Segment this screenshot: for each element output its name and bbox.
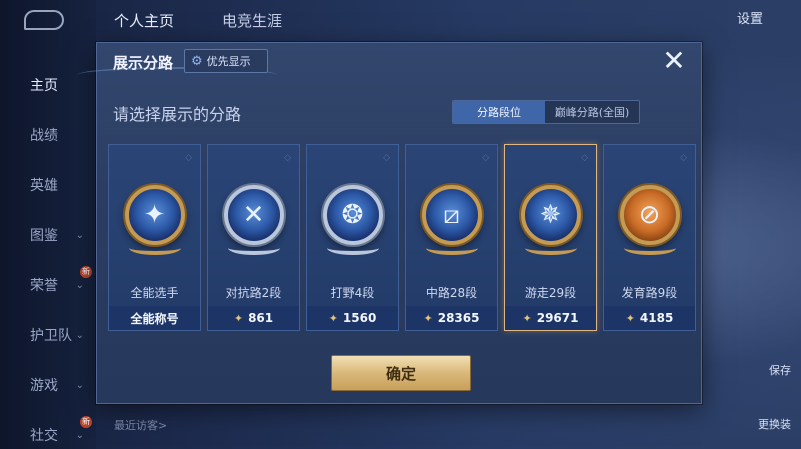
settings-button[interactable]: 设置 — [737, 8, 763, 27]
score-icon: ✦ — [423, 311, 433, 325]
tab-esports[interactable]: 电竞生涯 — [222, 10, 282, 31]
corner-mark-icon: ◇ — [284, 153, 291, 163]
emblem-wing — [623, 241, 676, 255]
lane-card-roam[interactable]: ◇ ✵ 游走29段 ✦ 29671 — [504, 144, 597, 331]
side-nav-label: 图鉴 — [30, 228, 58, 244]
side-nav-item-codex[interactable]: 图鉴 ⌄ — [0, 210, 96, 260]
corner-mark-icon: ◇ — [185, 153, 192, 163]
lane-card-footer: ✦ 1560 — [307, 306, 398, 330]
close-icon[interactable]: ✕ — [659, 47, 689, 77]
lane-score: 28365 — [437, 311, 480, 325]
lane-card-clash[interactable]: ◇ ✕ 对抗路2段 ✦ 861 — [207, 144, 300, 331]
jungle-emblem-icon: ❂ — [322, 185, 383, 245]
lane-card-jungle[interactable]: ◇ ❂ 打野4段 ✦ 1560 — [306, 144, 399, 331]
roam-emblem-icon: ✵ — [520, 185, 581, 245]
lane-role-label: 全能选手 — [130, 286, 179, 300]
tab-profile[interactable]: 个人主页 — [114, 10, 174, 31]
lane-card-list: ◇ ✦ 全能选手 全能称号 ◇ ✕ 对抗路2段 ✦ 861 ◇ ❂ 打野4段 ✦ — [108, 144, 696, 331]
dialog-title: 展示分路 — [113, 54, 174, 72]
chevron-down-icon: ⌄ — [75, 379, 84, 391]
side-nav-label: 游戏 — [30, 378, 58, 394]
side-nav-item-heroes[interactable]: 英雄 — [0, 160, 96, 210]
lane-role-label: 发育路9段 — [621, 286, 678, 300]
lane-card-footer: ✦ 861 — [208, 306, 299, 330]
side-nav-item-home[interactable]: 主页 — [0, 60, 96, 110]
priority-display-label: 优先显示 — [206, 55, 251, 68]
confirm-button[interactable]: 确定 — [331, 355, 471, 391]
side-nav-label: 主页 — [30, 78, 58, 94]
chevron-down-icon: ⌄ — [75, 429, 84, 441]
side-nav-label: 英雄 — [30, 178, 58, 194]
score-icon: ✦ — [522, 311, 532, 325]
new-badge: 新 — [80, 266, 92, 278]
top-tabs: 个人主页 电竞生涯 — [114, 10, 282, 31]
lane-score: 29671 — [536, 311, 579, 325]
lane-role-label: 中路28段 — [425, 286, 478, 300]
corner-mark-icon: ◇ — [680, 153, 687, 163]
dialog-subtitle: 请选择展示的分路 — [113, 105, 242, 124]
priority-display-button[interactable]: ⚙ 优先显示 — [184, 49, 268, 73]
chevron-down-icon: ⌄ — [75, 329, 84, 341]
emblem-wing — [524, 241, 577, 255]
lane-card-farm[interactable]: ◇ ⊘ 发育路9段 ✦ 4185 — [603, 144, 696, 331]
recent-visitors[interactable]: 最近访客> — [114, 417, 167, 433]
save-label[interactable]: 保存 — [769, 362, 791, 378]
side-nav-label: 战绩 — [30, 128, 58, 144]
lane-card-footer: 全能称号 — [109, 306, 200, 330]
score-icon: ✦ — [233, 311, 244, 325]
chevron-down-icon: ⌄ — [75, 279, 84, 291]
mode-segmented-control: 分路段位 巅峰分路(全国) — [452, 100, 640, 124]
lane-role-label: 打野4段 — [330, 286, 375, 300]
side-nav-item-social[interactable]: 社交 新 ⌄ — [0, 410, 96, 449]
side-nav-item-guard[interactable]: 护卫队 ⌄ — [0, 310, 96, 360]
score-icon: ✦ — [625, 311, 635, 325]
lane-card-mid[interactable]: ◇ ⧄ 中路28段 ✦ 28365 — [405, 144, 498, 331]
farm-lane-emblem-icon: ⊘ — [619, 185, 680, 245]
mid-lane-emblem-icon: ⧄ — [421, 185, 482, 245]
lane-score: 1560 — [342, 311, 377, 325]
side-nav-label: 社交 — [30, 428, 58, 444]
lane-role-label: 游走29段 — [524, 286, 577, 300]
allround-title-label: 全能称号 — [130, 311, 179, 326]
corner-mark-icon: ◇ — [482, 153, 489, 163]
lane-card-allround[interactable]: ◇ ✦ 全能选手 全能称号 — [108, 144, 201, 331]
side-nav-item-honor[interactable]: 荣誉 新 ⌄ — [0, 260, 96, 310]
chevron-down-icon: ⌄ — [75, 229, 84, 241]
change-outfit-label[interactable]: 更换装 — [758, 416, 791, 432]
clash-lane-emblem-icon: ✕ — [223, 185, 284, 245]
tab-peak-lane[interactable]: 巅峰分路(全国) — [545, 101, 639, 123]
corner-mark-icon: ◇ — [383, 153, 390, 163]
back-button[interactable] — [24, 10, 64, 30]
side-nav-item-game[interactable]: 游戏 ⌄ — [0, 360, 96, 410]
lane-card-footer: ✦ 28365 — [406, 306, 497, 330]
emblem-wing — [227, 241, 280, 255]
lane-role-label: 对抗路2段 — [225, 286, 282, 300]
lane-card-footer: ✦ 29671 — [505, 306, 596, 330]
lane-score: 4185 — [639, 311, 674, 325]
lane-display-dialog: 展示分路 ⚙ 优先显示 ✕ 请选择展示的分路 分路段位 巅峰分路(全国) ◇ ✦… — [77, 42, 702, 404]
side-nav: 主页 战绩 英雄 图鉴 ⌄ 荣誉新 ⌄ 护卫队 ⌄ 游戏 ⌄ 社交新 ⌄ — [0, 60, 96, 449]
new-badge: 新 — [80, 416, 92, 428]
emblem-wing — [128, 241, 181, 255]
side-nav-label: 荣誉 — [30, 278, 58, 294]
side-nav-label: 护卫队 — [30, 328, 72, 344]
side-nav-item-record[interactable]: 战绩 — [0, 110, 96, 160]
emblem-wing — [326, 241, 379, 255]
allround-emblem-icon: ✦ — [124, 185, 185, 245]
lane-card-footer: ✦ 4185 — [604, 306, 695, 330]
lane-score: 861 — [248, 311, 274, 325]
gear-icon: ⚙ — [191, 53, 203, 69]
tab-lane-rank[interactable]: 分路段位 — [453, 101, 545, 123]
score-icon: ✦ — [328, 311, 338, 325]
emblem-wing — [425, 241, 478, 255]
corner-mark-icon: ◇ — [581, 153, 588, 163]
